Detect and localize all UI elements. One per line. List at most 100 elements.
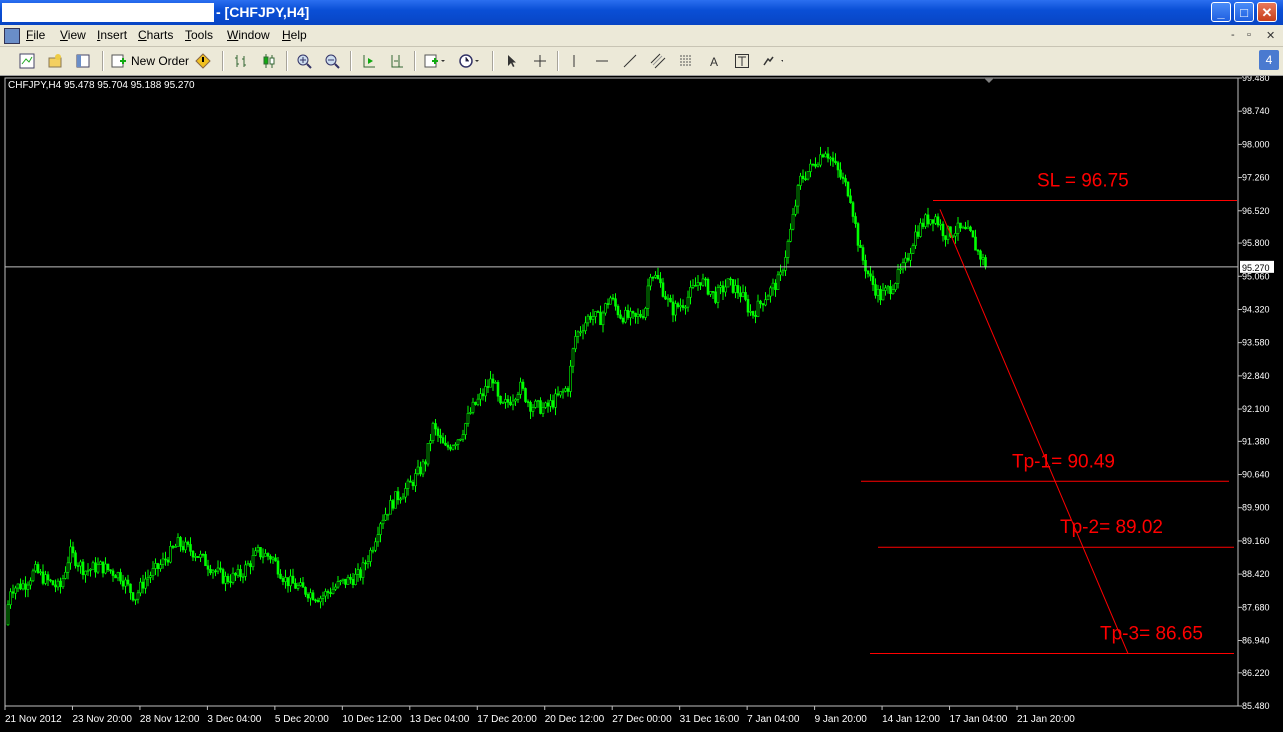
- price-chart[interactable]: 99.48098.74098.00097.26096.52095.80095.0…: [0, 76, 1283, 732]
- candle-body: [44, 574, 47, 584]
- candle-body: [454, 444, 457, 447]
- zoom-in-icon[interactable]: [293, 51, 315, 71]
- candle-body: [441, 437, 445, 444]
- menu-insert[interactable]: Insert: [97, 28, 127, 42]
- x-tick-label: 9 Jan 20:00: [815, 714, 868, 725]
- candle-body: [616, 305, 620, 316]
- indicators-icon[interactable]: [424, 51, 446, 71]
- mdi-minimize-button[interactable]: -: [1231, 29, 1235, 41]
- app-icon[interactable]: [4, 28, 20, 44]
- candle-body: [104, 563, 107, 574]
- menu-file[interactable]: File: [26, 28, 45, 42]
- candle-body: [361, 562, 365, 578]
- candle-body: [791, 213, 795, 230]
- cursor-icon[interactable]: [500, 51, 522, 71]
- candlestick-icon[interactable]: [258, 51, 280, 71]
- candle-body: [366, 561, 370, 565]
- candle-body: [881, 290, 885, 301]
- candle-body: [161, 558, 165, 565]
- candle-body: [384, 514, 387, 521]
- candle-body: [589, 315, 592, 320]
- candle-body: [936, 216, 940, 226]
- candle-body: [81, 561, 85, 576]
- vertical-line-icon[interactable]: [563, 51, 585, 71]
- candle-body: [309, 592, 312, 599]
- text-label-icon[interactable]: [731, 51, 753, 71]
- crosshair-icon[interactable]: [529, 51, 551, 71]
- bar-chart-icon[interactable]: [230, 51, 252, 71]
- minimize-button[interactable]: _: [1211, 2, 1231, 22]
- candle-body: [124, 579, 127, 587]
- menu-charts[interactable]: Charts: [138, 28, 173, 42]
- candle-body: [666, 297, 670, 300]
- arrows-icon[interactable]: [761, 51, 783, 71]
- candle-body: [604, 303, 607, 314]
- candle-body: [974, 236, 977, 251]
- x-tick-label: 13 Dec 04:00: [410, 714, 470, 725]
- candle-body: [814, 163, 817, 167]
- x-tick-label: 23 Nov 20:00: [72, 714, 132, 725]
- profiles-icon[interactable]: [44, 51, 66, 71]
- market-watch-icon[interactable]: [72, 51, 94, 71]
- candle-body: [506, 399, 510, 403]
- candle-body: [819, 154, 822, 166]
- candle-body: [486, 386, 490, 388]
- candle-body: [706, 279, 710, 295]
- auto-scroll-icon[interactable]: [358, 51, 380, 71]
- candle-body: [449, 446, 452, 450]
- candle-body: [631, 311, 635, 314]
- maximize-button[interactable]: □: [1234, 2, 1254, 22]
- new-chart-icon[interactable]: [16, 51, 38, 71]
- candle-body: [181, 546, 185, 551]
- chart-shift-icon[interactable]: [386, 51, 408, 71]
- expert-advisor-icon[interactable]: [192, 51, 214, 71]
- candle-body: [369, 549, 372, 562]
- y-tick-label: 92.100: [1242, 404, 1270, 414]
- chart-area[interactable]: 99.480 98.740 98.000 97.260 96.520 95.800 95.0…: [0, 76, 1283, 732]
- candle-body: [389, 500, 392, 515]
- candle-body: [141, 581, 145, 589]
- menu-view[interactable]: View: [60, 28, 86, 42]
- text-icon[interactable]: A: [703, 51, 725, 71]
- candle-body: [6, 604, 10, 626]
- mdi-close-button[interactable]: ✕: [1266, 29, 1275, 42]
- candle-body: [324, 591, 327, 597]
- candle-body: [611, 297, 615, 300]
- candle-body: [471, 401, 475, 413]
- zoom-out-icon[interactable]: [321, 51, 343, 71]
- candle-body: [869, 273, 872, 277]
- candle-body: [686, 296, 690, 308]
- menu-window[interactable]: Window: [227, 28, 270, 42]
- candle-body: [621, 317, 625, 323]
- candle-body: [749, 311, 752, 313]
- candle-body: [941, 223, 945, 237]
- periods-icon[interactable]: [458, 51, 480, 71]
- candle-body: [501, 402, 505, 404]
- candle-body: [799, 175, 802, 186]
- mdi-restore-button[interactable]: ▫: [1247, 29, 1251, 41]
- candle-body: [489, 378, 492, 388]
- candle-body: [694, 284, 697, 287]
- candle-body: [839, 169, 842, 178]
- fibonacci-icon[interactable]: [675, 51, 697, 71]
- candle-body: [396, 491, 400, 501]
- candle-body: [509, 401, 512, 406]
- badge-count[interactable]: 4: [1259, 50, 1279, 70]
- menu-help[interactable]: Help: [282, 28, 307, 42]
- candle-body: [644, 308, 647, 318]
- candle-body: [406, 480, 410, 489]
- candle-body: [189, 544, 192, 552]
- candle-body: [109, 569, 112, 572]
- candle-body: [659, 278, 662, 284]
- candle-body: [954, 233, 957, 237]
- trendline-icon[interactable]: [619, 51, 641, 71]
- candle-body: [854, 216, 857, 224]
- candle-body: [459, 438, 462, 441]
- close-button[interactable]: ✕: [1257, 2, 1277, 22]
- horizontal-line-icon[interactable]: [591, 51, 613, 71]
- new-order-button[interactable]: New Order: [110, 51, 189, 71]
- channel-icon[interactable]: [647, 51, 669, 71]
- menu-tools[interactable]: Tools: [185, 28, 213, 42]
- candle-body: [761, 303, 765, 306]
- candle-body: [264, 553, 267, 557]
